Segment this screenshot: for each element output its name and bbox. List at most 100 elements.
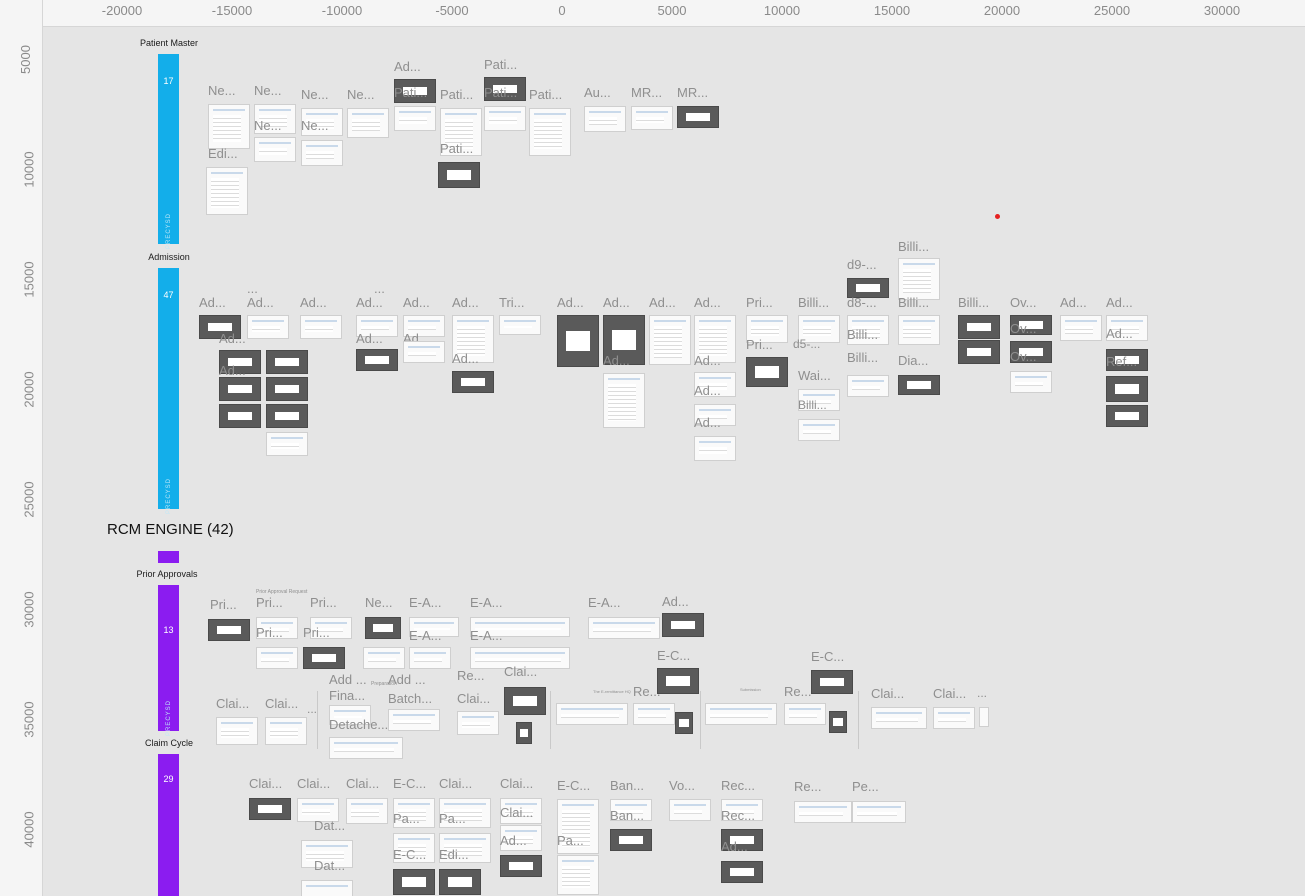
frame-label[interactable]: Clai... [439, 776, 472, 791]
frame-label[interactable]: The E-remittance HQ [593, 689, 631, 694]
frame-label[interactable]: Clai... [871, 686, 904, 701]
frame-label[interactable]: Pati... [440, 141, 473, 156]
frame-thumbnail[interactable] [871, 707, 927, 729]
frame-label[interactable]: Clai... [504, 664, 537, 679]
frame-label[interactable]: Clai... [249, 776, 282, 791]
frame-thumbnail[interactable] [254, 137, 296, 162]
frame-thumbnail[interactable] [662, 613, 704, 637]
frame-thumbnail[interactable] [784, 703, 826, 725]
frame-label[interactable]: d5-... [793, 337, 820, 351]
frame-label[interactable]: Billi... [958, 295, 989, 310]
frame-thumbnail[interactable] [721, 861, 763, 883]
frame-thumbnail[interactable] [363, 647, 405, 669]
frame-label[interactable]: Ad... [300, 295, 327, 310]
frame-label[interactable]: Edi... [208, 146, 238, 161]
frame-thumbnail[interactable] [393, 869, 435, 895]
frame-label[interactable]: ... [307, 702, 317, 716]
frame-label[interactable]: ... [374, 281, 385, 296]
frame-label[interactable]: E-C... [811, 649, 844, 664]
section-label-claim-cycle[interactable]: Claim Cycle [145, 738, 193, 748]
frame-thumbnail[interactable] [266, 350, 308, 374]
frame-label[interactable]: Ad... [452, 351, 479, 366]
frame-label[interactable]: Rec... [721, 778, 755, 793]
frame-label[interactable]: Pri... [303, 625, 330, 640]
frame-thumbnail[interactable] [746, 357, 788, 387]
frame-thumbnail[interactable] [811, 670, 853, 694]
frame-thumbnail[interactable] [898, 315, 940, 345]
frame-label[interactable]: d9-... [847, 257, 877, 272]
frame-thumbnail[interactable] [610, 829, 652, 851]
frame-thumbnail[interactable] [504, 687, 546, 715]
frame-label[interactable]: Add ... [388, 672, 426, 687]
frame-label[interactable]: Re... [794, 779, 821, 794]
section-bar-claim-cycle[interactable]: 29 [158, 754, 179, 896]
frame-label[interactable]: Ad... [356, 331, 383, 346]
frame-label[interactable]: Ad... [603, 295, 630, 310]
frame-thumbnail[interactable] [677, 106, 719, 128]
frame-label[interactable]: Detache... [329, 717, 388, 732]
frame-thumbnail[interactable] [852, 801, 906, 823]
frame-label[interactable]: Ban... [610, 808, 644, 823]
frame-label[interactable]: ... [247, 281, 258, 296]
frame-thumbnail[interactable] [847, 375, 889, 397]
frame-thumbnail[interactable] [1060, 315, 1102, 341]
frame-thumbnail[interactable] [301, 140, 343, 166]
frame-thumbnail[interactable] [500, 855, 542, 877]
frame-thumbnail[interactable] [347, 108, 389, 138]
frame-label[interactable]: Ad... [403, 295, 430, 310]
frame-label[interactable]: Dia... [898, 353, 928, 368]
frame-thumbnail[interactable] [603, 373, 645, 428]
frame-label[interactable]: Ad... [219, 363, 246, 378]
frame-label[interactable]: Billi... [898, 295, 929, 310]
frame-label[interactable]: E-A... [588, 595, 621, 610]
frame-label[interactable]: Billi... [898, 239, 929, 254]
frame-thumbnail[interactable] [898, 375, 940, 395]
frame-label[interactable]: Re... [784, 684, 811, 699]
frame-thumbnail[interactable] [394, 106, 436, 131]
frame-label[interactable]: Ov... [1010, 349, 1036, 364]
frame-label[interactable]: Ban... [610, 778, 644, 793]
frame-label[interactable]: Pri... [746, 295, 773, 310]
frame-thumbnail[interactable] [933, 707, 975, 729]
frame-label[interactable]: Dat... [314, 818, 345, 833]
frame-label[interactable]: Pati... [440, 87, 473, 102]
group-title[interactable]: RCM ENGINE (42) [107, 521, 234, 538]
frame-label[interactable]: Vo... [669, 778, 695, 793]
frame-thumbnail[interactable] [484, 106, 526, 131]
section-bar-prior-approvals[interactable]: 13 PRECYSD [158, 585, 179, 736]
frame-label[interactable]: E-C... [657, 648, 690, 663]
frame-thumbnail[interactable] [499, 315, 541, 335]
frame-label[interactable]: Pati... [484, 85, 517, 100]
frame-thumbnail[interactable] [247, 315, 289, 339]
frame-label[interactable]: Ov... [1010, 321, 1036, 336]
frame-thumbnail[interactable] [516, 722, 532, 744]
frame-label[interactable]: Ad... [1106, 295, 1133, 310]
frame-label[interactable]: Ad... [662, 594, 689, 609]
frame-thumbnail[interactable] [219, 377, 261, 401]
frame-label[interactable]: E-C... [393, 776, 426, 791]
frame-label[interactable]: Ne... [301, 87, 328, 102]
frame-thumbnail[interactable] [529, 108, 571, 156]
frame-label[interactable]: Clai... [346, 776, 379, 791]
frame-thumbnail[interactable] [256, 647, 298, 669]
frame-label[interactable]: Dat... [314, 858, 345, 873]
frame-label[interactable]: MR... [677, 85, 708, 100]
frame-thumbnail[interactable] [649, 315, 691, 365]
frame-label[interactable]: Ne... [365, 595, 392, 610]
frame-label[interactable]: Ad... [557, 295, 584, 310]
frame-thumbnail[interactable] [898, 258, 940, 300]
frame-label[interactable]: Clai... [500, 805, 533, 820]
frame-label[interactable]: Ad... [694, 383, 721, 398]
frame-label[interactable]: Ne... [208, 83, 235, 98]
frame-label[interactable]: MR... [631, 85, 662, 100]
frame-thumbnail[interactable] [794, 801, 852, 823]
frame-thumbnail[interactable] [669, 799, 711, 821]
frame-thumbnail[interactable] [979, 707, 989, 727]
frame-label[interactable]: E-A... [470, 595, 503, 610]
frame-thumbnail[interactable] [208, 619, 250, 641]
frame-label[interactable]: Ref... [1106, 354, 1137, 369]
frame-label[interactable]: Wai... [798, 368, 831, 383]
frame-thumbnail[interactable] [438, 162, 480, 188]
frame-label[interactable]: Ad... [694, 295, 721, 310]
frame-label[interactable]: Re... [457, 668, 484, 683]
